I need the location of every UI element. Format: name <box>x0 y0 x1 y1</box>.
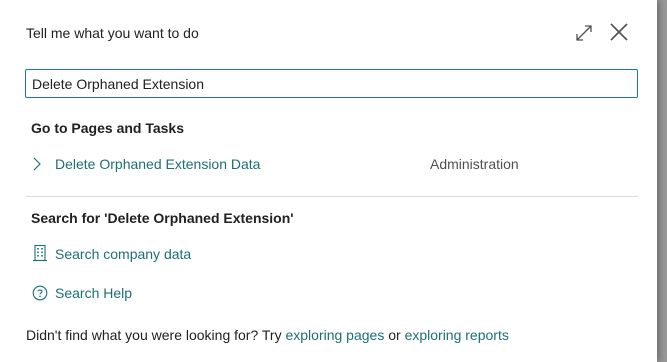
chevron-right-icon <box>33 157 41 171</box>
dialog-title: Tell me what you want to do <box>26 25 199 41</box>
footer-middle: or <box>384 327 405 343</box>
expand-icon <box>576 25 592 41</box>
exploring-pages-link[interactable]: exploring pages <box>285 327 384 343</box>
footer-hint: Didn't find what you were looking for? T… <box>26 327 509 343</box>
close-icon <box>610 23 628 41</box>
result-delete-orphaned-extension-data[interactable]: Delete Orphaned Extension Data Administr… <box>28 150 638 178</box>
result-category: Administration <box>430 156 519 172</box>
question-circle-icon <box>32 285 48 301</box>
pages-and-tasks-heading: Go to Pages and Tasks <box>31 120 185 136</box>
building-icon <box>33 244 47 262</box>
footer-prefix: Didn't find what you were looking for? T… <box>26 327 286 343</box>
close-button[interactable] <box>608 21 630 43</box>
expand-button[interactable] <box>574 23 594 43</box>
search-help-label[interactable]: Search Help <box>55 285 132 301</box>
tell-me-dialog: Tell me what you want to do Go to Pages … <box>0 0 657 362</box>
section-divider <box>26 196 638 197</box>
exploring-reports-link[interactable]: exploring reports <box>405 327 509 343</box>
search-input[interactable] <box>25 69 638 98</box>
search-for-heading: Search for 'Delete Orphaned Extension' <box>31 210 294 226</box>
search-company-data-label[interactable]: Search company data <box>55 246 191 262</box>
result-label[interactable]: Delete Orphaned Extension Data <box>55 156 260 172</box>
